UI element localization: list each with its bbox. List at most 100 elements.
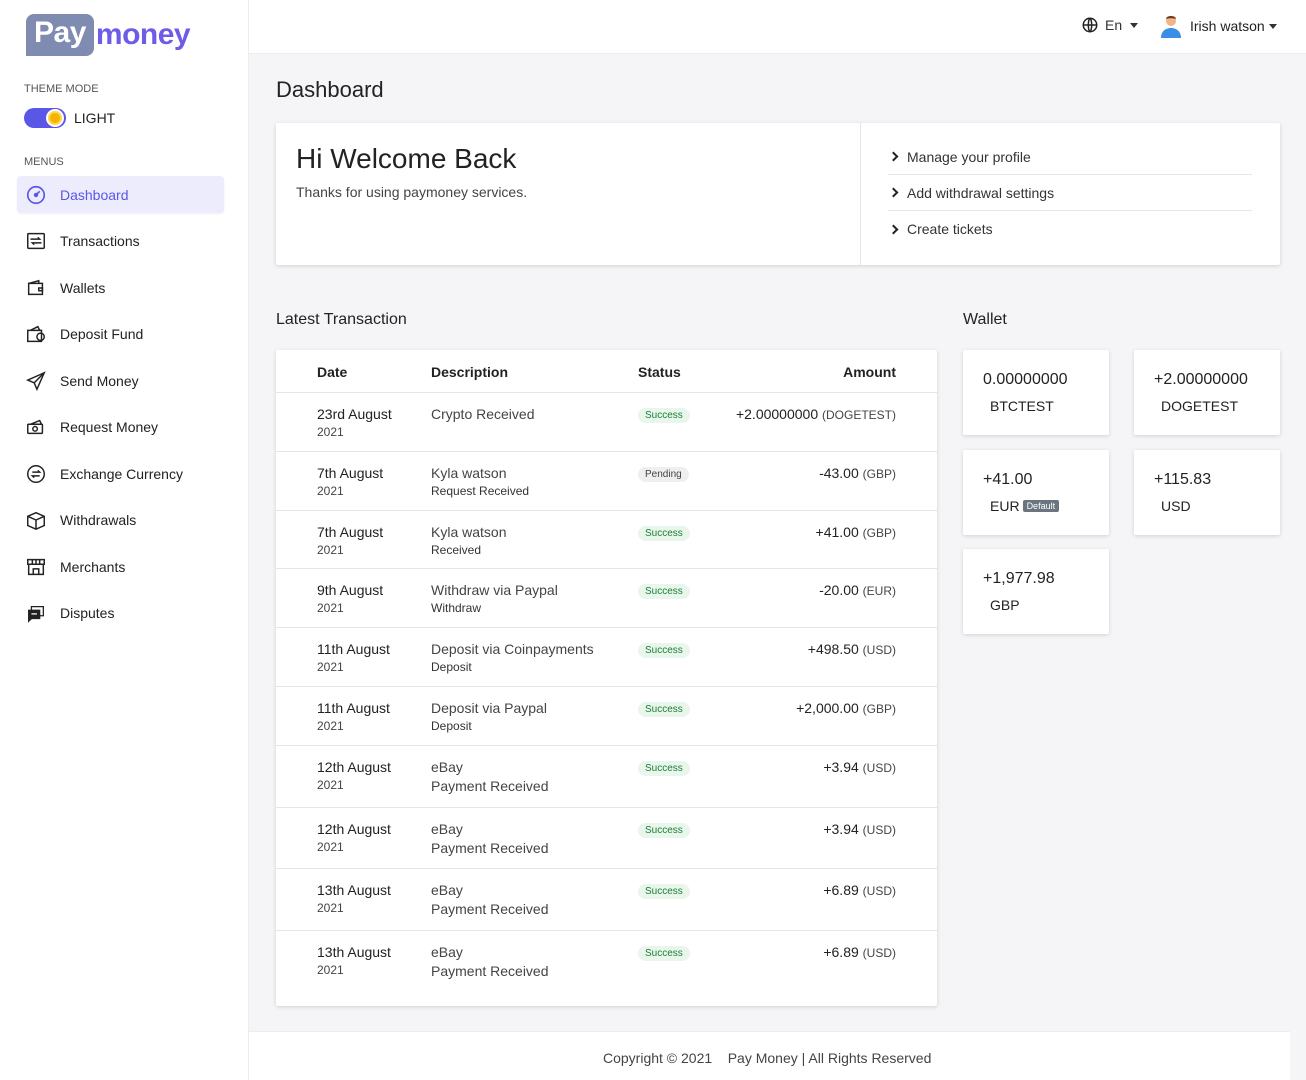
date-day-month: 12th August (317, 759, 391, 775)
transaction-date: 11th August 2021 (317, 700, 390, 733)
user-menu[interactable]: Irish watson (1159, 13, 1277, 39)
column-header-description: Description (431, 364, 509, 380)
table-row[interactable]: 11th August 2021 Deposit via Coinpayments D… (276, 628, 937, 687)
sidebar: Pay money THEME MODE LIGHT MENUS Dashboa… (0, 0, 249, 1080)
chevron-right-icon (888, 151, 899, 162)
date-day-month: 9th August (317, 582, 384, 598)
amount-value: +6.89 (823, 944, 859, 960)
sidebar-item-merchants[interactable]: Merchants (17, 548, 224, 585)
sidebar-item-exchange-currency[interactable]: Exchange Currency (17, 455, 224, 492)
logo-money-text: money (95, 18, 191, 51)
footer: Copyright © 2021 Pay Money | All Rights … (249, 1031, 1290, 1080)
link-add-withdrawal-settings[interactable]: Add withdrawal settings (888, 175, 1252, 211)
quick-link-label: Add withdrawal settings (907, 184, 1055, 201)
footer-brand-link[interactable]: Pay Money (728, 1050, 798, 1066)
table-row[interactable]: 12th August 2021 eBay Payment Received Succe… (276, 746, 937, 808)
link-manage-profile[interactable]: Manage your profile (888, 139, 1252, 175)
date-year: 2021 (317, 778, 344, 792)
table-header: Date Description Status Amount (276, 350, 937, 393)
sidebar-item-dashboard[interactable]: Dashboard (17, 176, 224, 213)
date-year: 2021 (317, 484, 344, 498)
table-row[interactable]: 9th August 2021 Withdraw via Paypal Withdra… (276, 569, 937, 628)
dispute-icon (25, 602, 47, 624)
transaction-amount: +6.89 (USD) (823, 944, 896, 960)
description-title: Crypto Received (431, 406, 535, 422)
amount-currency: (GBP) (862, 702, 896, 716)
sidebar-item-label: Request Money (60, 419, 159, 435)
amount-currency: (USD) (862, 761, 896, 775)
amount-currency: (GBP) (862, 526, 896, 540)
date-year: 2021 (317, 425, 344, 439)
sidebar-item-label: Send Money (60, 372, 139, 389)
table-row[interactable]: 7th August 2021 Kyla watson Request Receive… (276, 452, 937, 511)
wallet-card-dogetest[interactable]: +2.00000000 DOGETEST (1134, 350, 1280, 435)
transaction-description: Kyla watson Request Received (431, 465, 529, 498)
table-row[interactable]: 13th August 2021 eBay Payment Received Succe… (276, 931, 937, 1006)
sidebar-item-request-money[interactable]: Request Money (17, 409, 224, 446)
amount-currency: (USD) (862, 946, 896, 960)
quick-link-label: Manage your profile (907, 148, 1031, 165)
wallet-title: Wallet (963, 311, 1007, 328)
table-row[interactable]: 11th August 2021 Deposit via Paypal Deposit… (276, 687, 937, 746)
table-row[interactable]: 7th August 2021 Kyla watson Received Success… (276, 511, 937, 569)
wallet-card-gbp[interactable]: +1,977.98 GBP (963, 549, 1109, 634)
status-badge: Success (638, 823, 690, 838)
sidebar-item-deposit-fund[interactable]: Deposit Fund (17, 316, 224, 353)
date-day-month: 12th August (317, 821, 391, 837)
transaction-date: 13th August 2021 (317, 944, 391, 977)
sidebar-item-wallets[interactable]: Wallets (17, 269, 224, 306)
transaction-description: Withdraw via Paypal Withdraw (431, 582, 558, 615)
description-subtitle: Payment Received (431, 901, 549, 917)
footer-text: Copyright © 2021 Pay Money | All Rights … (603, 1050, 931, 1066)
language-selector[interactable]: En (1081, 16, 1139, 34)
sidebar-item-label: Merchants (60, 558, 126, 575)
menus-label: MENUS (24, 156, 64, 168)
topbar: En Irish watson (249, 0, 1306, 54)
sidebar-item-send-money[interactable]: Send Money (17, 362, 224, 399)
date-day-month: 11th August (317, 700, 390, 716)
sidebar-item-transactions[interactable]: Transactions (17, 223, 224, 260)
wallet-card-usd[interactable]: +115.83 USD (1134, 450, 1280, 535)
table-row[interactable]: 13th August 2021 eBay Payment Received Succe… (276, 869, 937, 931)
wallet-balance: 0.00000000 (983, 371, 1068, 388)
wallet-currency: EUR Default (990, 498, 1060, 514)
transaction-date: 7th August 2021 (317, 524, 383, 557)
transaction-description: Kyla watson Received (431, 524, 506, 557)
column-header-date: Date (317, 364, 348, 380)
globe-icon (1082, 17, 1098, 33)
language-label: En (1105, 17, 1123, 33)
table-row[interactable]: 23rd August 2021 Crypto Received Success +2.… (276, 393, 937, 452)
send-icon (25, 370, 47, 392)
amount-value: +2,000.00 (796, 700, 859, 716)
transaction-amount: +41.00 (GBP) (816, 524, 896, 540)
wallet-currency-code: USD (1161, 498, 1191, 514)
wallet-card-btctest[interactable]: 0.00000000 BTCTEST (963, 350, 1109, 435)
amount-currency: (USD) (862, 884, 896, 898)
transaction-amount: +3.94 (USD) (823, 759, 896, 775)
sidebar-item-disputes[interactable]: Disputes (17, 595, 224, 632)
description-subtitle: Payment Received (431, 840, 549, 856)
table-row[interactable]: 12th August 2021 eBay Payment Received Succe… (276, 808, 937, 869)
amount-value: +3.94 (823, 759, 859, 775)
transaction-description: Deposit via Paypal Deposit (431, 700, 547, 733)
sidebar-item-label: Exchange Currency (60, 465, 183, 482)
paymoney-logo[interactable]: Pay money (26, 14, 191, 56)
date-day-month: 13th August (317, 944, 391, 960)
welcome-subtitle: Thanks for using paymoney services. (296, 184, 528, 200)
transaction-date: 11th August 2021 (317, 641, 390, 674)
description-title: Deposit via Coinpayments (431, 641, 594, 657)
amount-currency: (USD) (862, 643, 896, 657)
sidebar-item-withdrawals[interactable]: Withdrawals (17, 502, 224, 539)
description-title: eBay (431, 882, 463, 898)
status-badge: Success (638, 702, 690, 717)
transaction-date: 12th August 2021 (317, 821, 391, 854)
theme-toggle[interactable] (24, 108, 66, 128)
wallet-currency: DOGETEST (1161, 398, 1238, 414)
link-create-tickets[interactable]: Create tickets (888, 211, 1252, 247)
deposit-icon (25, 323, 47, 345)
status-badge: Success (638, 408, 690, 423)
transaction-amount: -20.00 (EUR) (819, 582, 896, 598)
wallet-card-eur[interactable]: +41.00 EUR Default (963, 450, 1109, 535)
amount-value: +41.00 (815, 524, 859, 540)
latest-transaction-title: Latest Transaction (276, 311, 407, 328)
